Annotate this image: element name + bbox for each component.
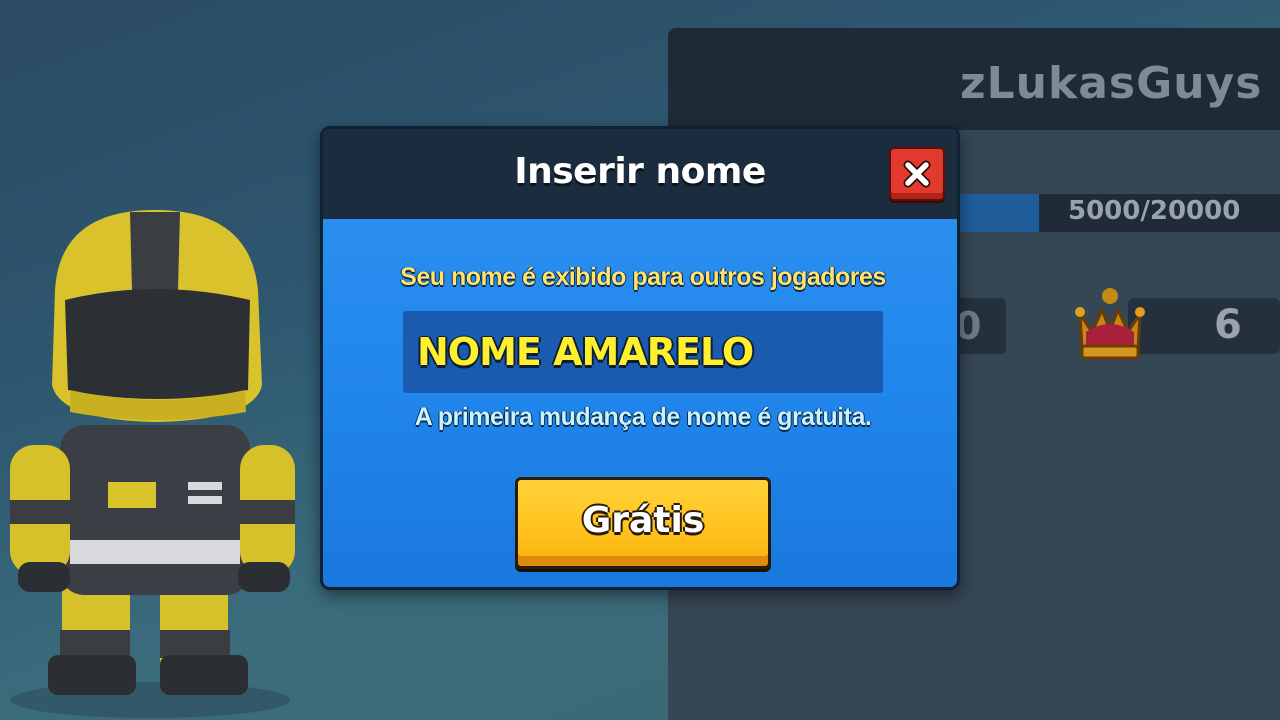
player-character	[10, 210, 295, 718]
free-change-hint: A primeira mudança de nome é gratuita.	[414, 403, 872, 431]
xp-progress-text: 5000/20000	[1068, 196, 1241, 226]
stat-box-crowns	[1128, 298, 1280, 354]
rename-dialog: Inserir nome Seu nome é exibido para out…	[320, 126, 960, 590]
close-icon	[903, 160, 931, 188]
free-confirm-button[interactable]: Grátis	[515, 477, 771, 569]
profile-header: zLukasGuys	[668, 28, 1280, 130]
dialog-title: Inserir nome	[514, 151, 766, 192]
close-button[interactable]	[889, 147, 945, 201]
crown-count: 6	[1214, 302, 1242, 348]
xp-bar-fill	[958, 194, 1039, 232]
dialog-subtitle: Seu nome é exibido para outros jogadores	[400, 263, 886, 291]
free-confirm-label: Grátis	[581, 500, 705, 541]
name-input[interactable]	[403, 311, 883, 393]
crown-icon	[1075, 288, 1145, 360]
dialog-header: Inserir nome	[323, 129, 957, 219]
player-name: zLukasGuys	[960, 58, 1263, 109]
